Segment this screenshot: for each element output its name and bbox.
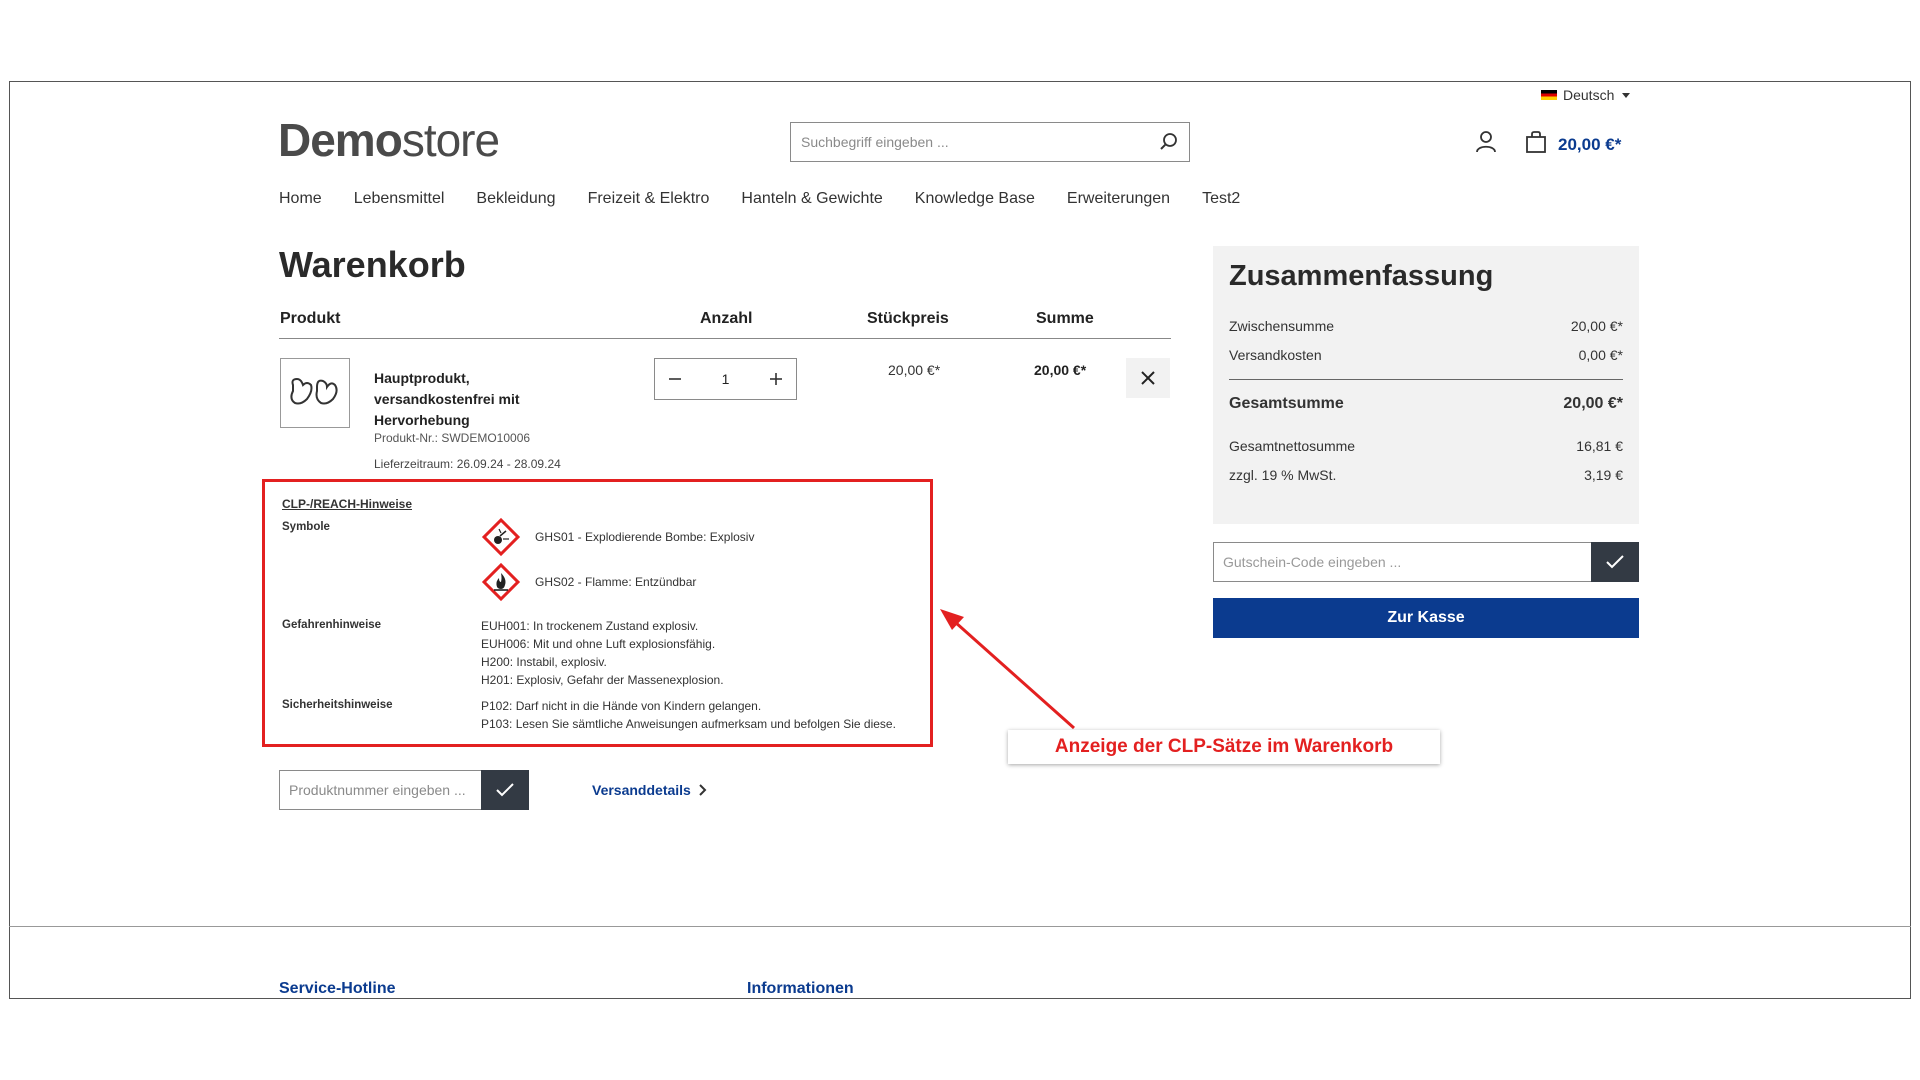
ghs01-exploding-bomb-icon <box>481 517 521 557</box>
summary-net-row: Gesamtnettosumme 16,81 € <box>1229 438 1623 454</box>
apply-coupon-button[interactable] <box>1591 542 1639 582</box>
summary-shipping-row: Versandkosten 0,00 €* <box>1229 347 1623 363</box>
product-number-form <box>279 770 529 810</box>
nav-item-knowledge-base[interactable]: Knowledge Base <box>915 190 1035 208</box>
hazard-statement: EUH006: Mit und ohne Luft explosionsfähi… <box>481 637 716 651</box>
line-total: 20,00 €* <box>1034 362 1087 378</box>
delivery-period: Lieferzeitraum: 26.09.24 - 28.09.24 <box>374 457 561 471</box>
checkmark-icon <box>1606 555 1624 569</box>
language-label: Deutsch <box>1563 87 1615 103</box>
language-selector[interactable]: Deutsch <box>1541 87 1631 103</box>
cart-total: 20,00 €* <box>1558 134 1622 154</box>
column-total: Summe <box>1036 310 1094 327</box>
nav-item-test2[interactable]: Test2 <box>1202 190 1240 208</box>
shipping-cost-label: Versandkosten <box>1229 347 1322 363</box>
hazard-statement: H201: Explosiv, Gefahr der Massenexplosi… <box>481 673 724 687</box>
column-quantity: Anzahl <box>700 310 753 327</box>
logo-light: store <box>401 114 500 166</box>
annotation-callout: Anzeige der CLP-Sätze im Warenkorb <box>1008 730 1440 764</box>
close-icon <box>1141 371 1155 385</box>
clp-title[interactable]: CLP-/REACH-Hinweise <box>282 497 412 511</box>
logo-bold: Demo <box>278 114 403 166</box>
checkmark-icon <box>496 783 514 797</box>
chevron-right-icon <box>699 784 707 796</box>
cart-table-header: Produkt Anzahl Stückpreis Summe <box>279 308 1171 339</box>
plus-icon <box>769 373 782 385</box>
subtotal-value: 20,00 €* <box>1570 318 1623 334</box>
footer-divider <box>9 926 1911 927</box>
product-name[interactable]: Hauptprodukt, versandkostenfrei mit Herv… <box>374 368 574 431</box>
shopping-bag-icon <box>1524 130 1548 159</box>
nav-item-freizeit-elektro[interactable]: Freizeit & Elektro <box>588 190 710 208</box>
coupon-form <box>1213 542 1639 582</box>
increase-quantity-button[interactable] <box>756 359 796 399</box>
main-navigation: Home Lebensmittel Bekleidung Freizeit & … <box>279 190 1240 208</box>
summary-title: Zusammenfassung <box>1229 260 1494 292</box>
quantity-value[interactable]: 1 <box>722 371 730 387</box>
clp-symbol-row: GHS02 - Flamme: Entzündbar <box>481 562 696 602</box>
summary-divider <box>1229 379 1623 380</box>
caret-down-icon <box>1622 92 1631 98</box>
safety-statement: P102: Darf nicht in die Hände von Kinder… <box>481 699 762 713</box>
symbols-label: Symbole <box>282 521 330 533</box>
hazard-statement: H200: Instabil, explosiv. <box>481 655 607 669</box>
page-title: Warenkorb <box>279 244 466 285</box>
search-icon[interactable] <box>1149 132 1189 152</box>
subtotal-label: Zwischensumme <box>1229 318 1335 334</box>
unit-price: 20,00 €* <box>888 362 941 378</box>
summary-grand-total-row: Gesamtsumme 20,00 €* <box>1229 395 1623 413</box>
footer-service-hotline[interactable]: Service-Hotline <box>279 980 395 998</box>
remove-item-button[interactable] <box>1126 358 1170 398</box>
coupon-input[interactable] <box>1213 542 1591 582</box>
product-number: Produkt-Nr.: SWDEMO10006 <box>374 431 531 445</box>
clp-symbol-row: GHS01 - Explodierende Bombe: Explosiv <box>481 517 754 557</box>
safety-statements-label: Sicherheitshinweise <box>282 699 393 711</box>
ghs02-text: GHS02 - Flamme: Entzündbar <box>535 575 697 589</box>
vat-value: 3,19 € <box>1584 467 1623 483</box>
product-thumbnail[interactable] <box>280 358 350 428</box>
search-box <box>790 122 1190 162</box>
add-product-button[interactable] <box>481 770 529 810</box>
net-total-label: Gesamtnettosumme <box>1229 438 1356 454</box>
hazard-statements-label: Gefahrenhinweise <box>282 619 382 631</box>
summary-vat-row: zzgl. 19 % MwSt. 3,19 € <box>1229 467 1623 483</box>
cart-button[interactable]: 20,00 €* <box>1524 130 1621 159</box>
gloves-icon <box>290 377 338 405</box>
checkout-button[interactable]: Zur Kasse <box>1213 598 1639 638</box>
clp-highlight-box: CLP-/REACH-Hinweise Symbole GHS01 - Expl… <box>262 479 933 747</box>
nav-item-bekleidung[interactable]: Bekleidung <box>476 190 555 208</box>
net-total-value: 16,81 € <box>1576 438 1623 454</box>
nav-item-home[interactable]: Home <box>279 190 322 208</box>
safety-statements-list: P102: Darf nicht in die Hände von Kinder… <box>481 697 896 733</box>
account-icon[interactable] <box>1475 130 1497 159</box>
shipping-details-link[interactable]: Versanddetails <box>592 782 707 798</box>
nav-item-erweiterungen[interactable]: Erweiterungen <box>1067 190 1170 208</box>
vat-label: zzgl. 19 % MwSt. <box>1229 467 1337 483</box>
ghs02-flame-icon <box>481 562 521 602</box>
nav-item-lebensmittel[interactable]: Lebensmittel <box>354 190 445 208</box>
shipping-details-label: Versanddetails <box>592 782 691 798</box>
hazard-statements-list: EUH001: In trockenem Zustand explosiv. E… <box>481 617 724 689</box>
search-input[interactable] <box>791 124 1149 160</box>
column-product: Produkt <box>280 310 341 327</box>
german-flag-icon <box>1541 90 1557 100</box>
summary-subtotal-row: Zwischensumme 20,00 €* <box>1229 318 1623 334</box>
grand-total-label: Gesamtsumme <box>1229 395 1344 412</box>
grand-total-value: 20,00 €* <box>1563 395 1623 412</box>
hazard-statement: EUH001: In trockenem Zustand explosiv. <box>481 619 699 633</box>
footer-information[interactable]: Informationen <box>747 980 854 998</box>
shipping-cost-value: 0,00 €* <box>1578 347 1623 363</box>
ghs01-text: GHS01 - Explodierende Bombe: Explosiv <box>535 530 755 544</box>
column-unit-price: Stückpreis <box>867 310 949 327</box>
quantity-stepper: 1 <box>654 358 797 400</box>
nav-item-hanteln-gewichte[interactable]: Hanteln & Gewichte <box>741 190 882 208</box>
safety-statement: P103: Lesen Sie sämtliche Anweisungen au… <box>481 717 896 731</box>
product-number-input[interactable] <box>279 770 482 810</box>
store-logo[interactable]: Demostore <box>278 113 500 167</box>
decrease-quantity-button[interactable] <box>655 359 695 399</box>
minus-icon <box>669 378 681 380</box>
order-summary: Zusammenfassung Zwischensumme 20,00 €* V… <box>1213 246 1639 524</box>
